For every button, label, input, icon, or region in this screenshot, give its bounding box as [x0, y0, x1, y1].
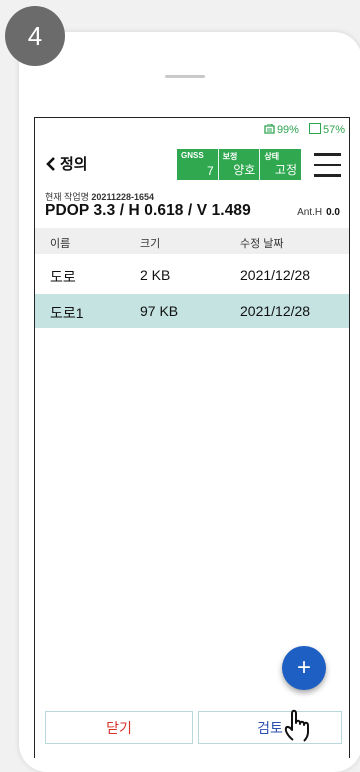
gnss-cell-label: 상태: [264, 152, 280, 161]
close-button[interactable]: 닫기: [45, 711, 193, 744]
row-date: 2021/12/28: [240, 267, 311, 283]
column-header-date[interactable]: 수정 날짜: [240, 235, 284, 251]
antenna-height-value: 0.0: [326, 207, 340, 218]
row-name: 도로: [50, 269, 76, 285]
gnss-cell-value: 고정: [274, 163, 298, 177]
precision-readout: PDOP 3.3 / H 0.618 / V 1.489: [45, 202, 251, 219]
battery-percent: 57%: [322, 124, 345, 136]
pointing-hand-icon: [284, 709, 309, 742]
add-button[interactable]: +: [282, 646, 326, 690]
back-button[interactable]: 정의: [45, 153, 88, 174]
gnss-cell-label: GNSS: [181, 151, 204, 160]
gnss-cell-value: 양호: [233, 163, 256, 177]
gnss-cell-label: 보정: [222, 152, 238, 161]
row-size: 2 KB: [140, 267, 171, 283]
gnss-cell-satellites: GNSS 7: [177, 149, 218, 180]
battery-icon: [308, 123, 321, 134]
row-name: 도로1: [50, 305, 84, 321]
table-row[interactable]: 도로 2 KB 2021/12/28: [35, 258, 349, 292]
gnss-status-panel[interactable]: GNSS 7 보정 양호 상태 고정: [177, 149, 301, 180]
gnss-cell-state: 상태 고정: [259, 149, 301, 180]
column-header-size[interactable]: 크기: [140, 235, 160, 251]
gnss-cell-correction: 보정 양호: [217, 149, 260, 180]
menu-icon[interactable]: [314, 153, 341, 185]
row-date: 2021/12/28: [240, 303, 311, 319]
table-row-selected[interactable]: 도로1 97 KB 2021/12/28: [35, 294, 349, 328]
plus-icon: +: [296, 654, 311, 681]
app-screen: 99% 57% 정의 GNSS 7 보정 양호 상태 고정 현재 작업명 202…: [34, 117, 350, 758]
status-bar: 99% 57%: [264, 123, 345, 136]
gnss-cell-value: 7: [206, 164, 214, 178]
antenna-height: Ant.H 0.0: [297, 207, 340, 218]
step-badge: 4: [5, 6, 65, 66]
job-name: 20211228-1654: [91, 192, 154, 202]
sim-status: 99%: [264, 123, 299, 136]
app-header: 정의 GNSS 7 보정 양호 상태 고정: [35, 142, 349, 182]
table-header: 이름 크기 수정 날짜: [35, 228, 349, 254]
column-header-name[interactable]: 이름: [50, 235, 70, 251]
antenna-height-label: Ant.H: [297, 207, 323, 218]
chevron-left-icon: [46, 156, 55, 171]
sim-card-icon: [264, 123, 275, 134]
battery-status: 57%: [308, 123, 345, 136]
row-size: 97 KB: [140, 303, 179, 319]
phone-speaker: [165, 75, 205, 78]
back-label: 정의: [60, 156, 88, 173]
sim-percent: 99%: [276, 123, 299, 136]
review-button[interactable]: 검토: [198, 711, 342, 744]
job-label: 현재 작업명: [45, 192, 89, 202]
